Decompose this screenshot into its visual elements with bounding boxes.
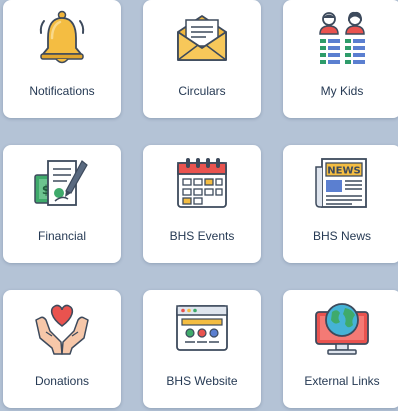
kids-profiles-icon <box>319 11 365 64</box>
bell-icon <box>39 10 85 64</box>
tile-label: BHS Website <box>166 374 238 388</box>
website-browser-icon <box>176 305 228 351</box>
tile-notifications[interactable]: Notifications <box>3 0 121 118</box>
tile-my-kids[interactable]: My Kids <box>283 0 398 118</box>
tile-circulars[interactable]: Circulars <box>143 0 261 118</box>
tile-label: Notifications <box>29 84 95 98</box>
tile-label: BHS News <box>312 229 371 243</box>
tile-label: My Kids <box>320 84 364 98</box>
financial-document-icon: $ <box>34 160 88 206</box>
tile-donations[interactable]: Donations <box>3 290 121 408</box>
calendar-icon <box>177 158 227 208</box>
tile-bhs-events[interactable]: BHS Events <box>143 145 261 263</box>
tile-label: Donations <box>34 374 90 388</box>
open-envelope-icon <box>177 15 227 61</box>
tile-bhs-news[interactable]: NEWS BHS News <box>283 145 398 263</box>
tile-label: Financial <box>37 229 87 243</box>
tile-label: Circulars <box>178 84 226 98</box>
tile-bhs-website[interactable]: BHS Website <box>143 290 261 408</box>
newspaper-masthead: NEWS <box>327 166 360 177</box>
tile-label: External Links <box>304 374 380 388</box>
menu-grid: Notifications Circulars My Kids $ Financ… <box>0 0 398 411</box>
tile-external-links[interactable]: External Links <box>283 290 398 408</box>
globe-monitor-icon <box>315 303 369 355</box>
newspaper-icon: NEWS <box>315 158 367 208</box>
tile-financial[interactable]: $ Financial <box>3 145 121 263</box>
tile-label: BHS Events <box>169 229 235 243</box>
hands-heart-icon <box>35 304 89 355</box>
